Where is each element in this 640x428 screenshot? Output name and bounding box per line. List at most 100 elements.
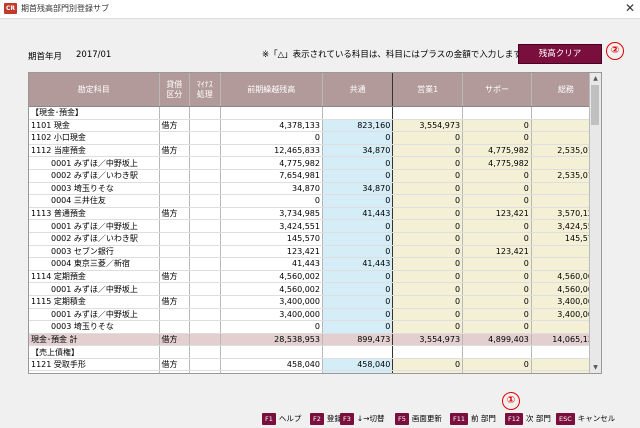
table-row[interactable]: 1102 小口現金00000 (29, 131, 601, 145)
table-row[interactable]: 1115 定期積金 借方 3,400,000 0 0 0 3,400,000 (29, 295, 601, 309)
scroll-up-icon[interactable]: ▲ (590, 73, 601, 84)
cell-support[interactable]: 0 (462, 282, 532, 296)
fkey-f11-button[interactable]: F11 前 部門 (450, 413, 496, 425)
cell-prev[interactable]: 12,465,833 (220, 144, 323, 158)
table-row[interactable]: 0001 みずほ／中野坂上4,775,982004,775,9820 (29, 156, 601, 170)
cell-support[interactable]: 0 (462, 119, 532, 133)
cell-common[interactable]: 0 (322, 282, 394, 296)
cell-support[interactable]: 123,421 (462, 207, 532, 221)
cell-support[interactable]: 0 (462, 257, 532, 271)
fkey-f5-button[interactable]: F5 画面更新 (395, 413, 442, 425)
cell-common[interactable]: 0 (322, 194, 394, 208)
scroll-thumb[interactable] (591, 85, 599, 125)
cell-common[interactable]: 823,160 (322, 119, 394, 133)
cell-sales1[interactable]: 0 (392, 295, 464, 309)
cell-support[interactable]: 4,775,982 (462, 156, 532, 170)
cell-common[interactable]: 899,473 (322, 333, 394, 347)
table-row[interactable]: 1112 当座預金 借方 12,465,833 34,870 0 4,775,982 2,5… (29, 144, 601, 158)
cell-sales1[interactable]: 3,554,973 (392, 333, 464, 347)
cell-prev[interactable]: 0 (220, 131, 323, 145)
cell-prev[interactable]: 34,870 (220, 182, 323, 196)
table-row[interactable]: 0002 みずほ／いわき駅 145,570 0 0 0 145,570 (29, 232, 601, 246)
table-row[interactable]: 0005 山梨ウェア25,60025,600000 (29, 370, 601, 373)
cell-sales1[interactable]: 0 (392, 219, 464, 233)
cell-support[interactable]: 0 (462, 295, 532, 309)
fkey-f2-button[interactable]: F2 登録 (310, 413, 342, 425)
cell-common[interactable]: 0 (322, 156, 394, 170)
table-row[interactable]: 1101 現金借方4,378,133823,1603,554,97300 (29, 119, 601, 133)
cell-prev[interactable]: 41,443 (220, 257, 323, 271)
cell-support[interactable]: 123,421 (462, 245, 532, 259)
cell-prev[interactable]: 4,378,133 (220, 119, 323, 133)
cell-sales1[interactable]: 0 (392, 207, 464, 221)
cell-sales1[interactable]: 3,554,973 (392, 119, 464, 133)
cell-prev[interactable]: 28,538,953 (220, 333, 323, 347)
cell-prev[interactable]: 4,775,982 (220, 156, 323, 170)
cell-sales1[interactable]: 0 (392, 257, 464, 271)
table-row[interactable]: 0001 みずほ／中野坂上 4,560,002 0 0 0 4,560,002 (29, 282, 601, 296)
cell-common[interactable]: 41,443 (322, 207, 394, 221)
cell-common[interactable]: 0 (322, 270, 394, 284)
cell-sales1[interactable]: 0 (392, 156, 464, 170)
cell-sales1[interactable]: 0 (392, 270, 464, 284)
total-row[interactable]: 現金･預金 計借方 28,538,953 899,473 3,554,973 4,899… (29, 333, 601, 347)
close-button[interactable]: ✕ (622, 1, 638, 16)
cell-support[interactable]: 4,775,982 (462, 144, 532, 158)
table-row[interactable]: 1114 定期預金 借方 4,560,002 0 0 0 4,560,002 (29, 270, 601, 284)
cell-common[interactable]: 34,870 (322, 144, 394, 158)
cell-sales1[interactable]: 0 (392, 144, 464, 158)
fkey-esc-button[interactable]: ESC キャンセル (556, 413, 615, 425)
cell-common[interactable]: 25,600 (322, 370, 394, 373)
cell-sales1[interactable]: 0 (392, 308, 464, 322)
table-row[interactable]: 0002 みずほ／いわき駅 7,654,981 0 0 0 2,535,011 (29, 169, 601, 183)
cell-prev[interactable]: 25,600 (220, 370, 323, 373)
cell-sales1[interactable]: 0 (392, 370, 464, 373)
cell-common[interactable]: 458,040 (322, 358, 394, 372)
cell-support[interactable]: 0 (462, 131, 532, 145)
cell-common[interactable]: 0 (322, 219, 394, 233)
cell-support[interactable]: 0 (462, 370, 532, 373)
cell-common[interactable]: 0 (322, 295, 394, 309)
cell-common[interactable]: 0 (322, 245, 394, 259)
cell-prev[interactable]: 4,560,002 (220, 282, 323, 296)
table-row[interactable]: 0001 みずほ／中野坂上 3,424,551 0 0 0 3,424,551 (29, 219, 601, 233)
vertical-scrollbar[interactable]: ▲ ▼ (589, 73, 601, 373)
cell-support[interactable]: 0 (462, 358, 532, 372)
table-row[interactable]: 0004 三井住友00000 (29, 194, 601, 208)
cell-sales1[interactable]: 0 (392, 182, 464, 196)
table-row[interactable]: 0001 みずほ／中野坂上 3,400,000 0 0 0 3,400,000 (29, 308, 601, 322)
table-row[interactable]: 1113 普通預金 借方 3,734,985 41,443 0 123,421 3,570,… (29, 207, 601, 221)
cell-prev[interactable]: 3,734,985 (220, 207, 323, 221)
cell-prev[interactable]: 145,570 (220, 232, 323, 246)
cell-sales1[interactable]: 0 (392, 320, 464, 334)
cell-sales1[interactable]: 0 (392, 282, 464, 296)
cell-prev[interactable]: 3,400,000 (220, 295, 323, 309)
cell-sales1[interactable]: 0 (392, 131, 464, 145)
cell-support[interactable]: 0 (462, 169, 532, 183)
cell-prev[interactable]: 0 (220, 320, 323, 334)
cell-support[interactable]: 0 (462, 320, 532, 334)
cell-prev[interactable]: 123,421 (220, 245, 323, 259)
table-row[interactable]: 1121 受取手形借方458,040458,040000 (29, 358, 601, 372)
cell-support[interactable]: 0 (462, 182, 532, 196)
table-row[interactable]: 0003 埼玉りそな34,87034,870000 (29, 182, 601, 196)
cell-support[interactable]: 0 (462, 232, 532, 246)
cell-prev[interactable]: 458,040 (220, 358, 323, 372)
cell-sales1[interactable]: 0 (392, 358, 464, 372)
cell-support[interactable]: 4,899,403 (462, 333, 532, 347)
cell-prev[interactable]: 3,400,000 (220, 308, 323, 322)
cell-common[interactable]: 0 (322, 131, 394, 145)
cell-sales1[interactable]: 0 (392, 245, 464, 259)
cell-common[interactable]: 0 (322, 232, 394, 246)
table-row[interactable]: 0004 東京三菱／新宿41,44341,443000 (29, 257, 601, 271)
table-row[interactable]: 0003 埼玉りそな00000 (29, 320, 601, 334)
table-row[interactable]: 0003 セブン銀行123,42100123,4210 (29, 245, 601, 259)
cell-sales1[interactable]: 0 (392, 169, 464, 183)
cell-common[interactable]: 34,870 (322, 182, 394, 196)
cell-prev[interactable]: 0 (220, 194, 323, 208)
cell-support[interactable]: 0 (462, 270, 532, 284)
cell-common[interactable]: 0 (322, 308, 394, 322)
fkey-f1-button[interactable]: F1 ヘルプ (262, 413, 301, 425)
cell-prev[interactable]: 4,560,002 (220, 270, 323, 284)
fkey-f3-button[interactable]: F3 ↓→切替 (340, 413, 384, 425)
